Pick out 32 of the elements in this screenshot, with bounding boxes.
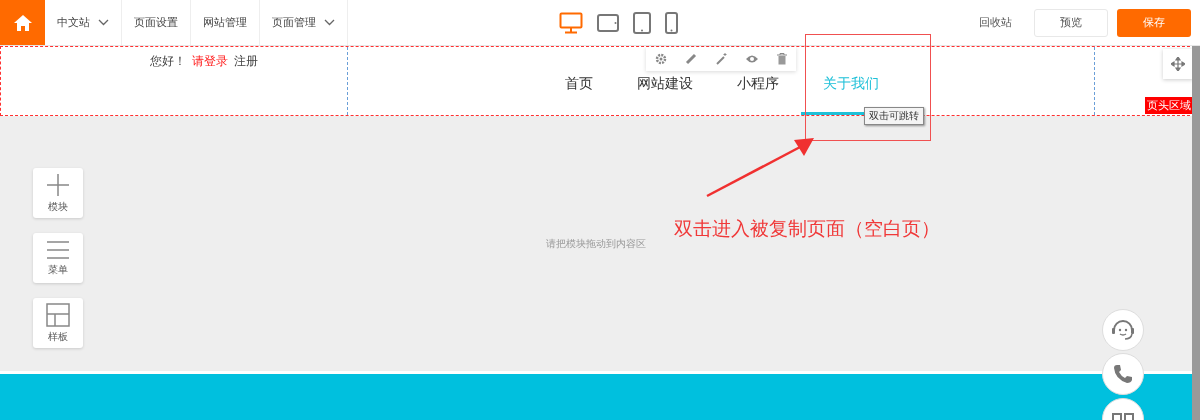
pencil-icon[interactable]	[685, 53, 697, 65]
nav-item[interactable]: 小程序	[737, 75, 779, 96]
scrollbar[interactable]	[1192, 46, 1200, 420]
preview-button[interactable]: 预览	[1034, 8, 1108, 37]
tool-button[interactable]: 模块	[33, 168, 83, 218]
recycle-bin-link[interactable]: 回收站	[979, 15, 1012, 30]
annotation-text: 双击进入被复制页面（空白页）	[674, 216, 940, 241]
tablet-view-button[interactable]	[631, 9, 653, 36]
register-link[interactable]: 注册	[234, 53, 258, 115]
trash-icon[interactable]	[777, 53, 787, 65]
tool-button[interactable]: 样板	[33, 298, 83, 348]
tool-button[interactable]: 菜单	[33, 233, 83, 283]
headset-icon	[1111, 319, 1135, 341]
layout-icon	[46, 302, 70, 327]
magic-wand-icon[interactable]	[715, 53, 727, 65]
phone-view-button[interactable]	[663, 9, 680, 36]
menu-icon	[46, 239, 70, 260]
phone-icon	[1113, 364, 1133, 384]
nav-item[interactable]: 网站建设	[637, 75, 693, 96]
nav-item[interactable]: 首页	[565, 75, 593, 96]
plus-icon	[46, 172, 70, 197]
home-button[interactable]	[0, 0, 45, 45]
settings-icon[interactable]	[655, 53, 667, 65]
greeting-text: 您好！	[150, 53, 186, 70]
eye-icon[interactable]	[745, 54, 759, 64]
move-handle[interactable]	[1163, 49, 1193, 79]
home-icon	[12, 13, 33, 32]
tooltip: 双击可跳转	[864, 107, 924, 125]
region-label: 页头区域	[1145, 97, 1193, 114]
tablet-landscape-view-button[interactable]	[595, 11, 621, 34]
drop-hint-text: 请把模块拖动到内容区	[546, 237, 646, 251]
login-link[interactable]: 请登录	[192, 53, 228, 115]
